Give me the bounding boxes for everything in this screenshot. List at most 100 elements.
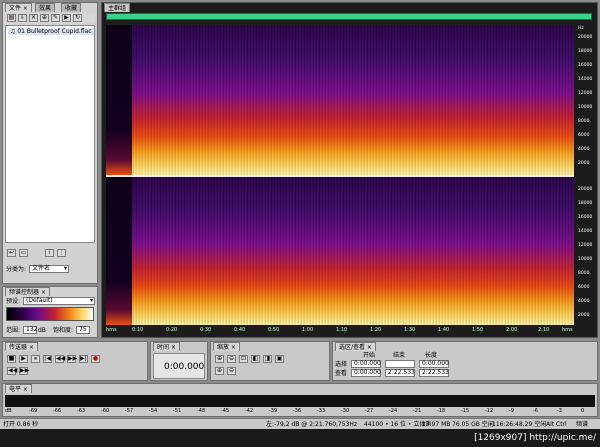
status-size: 23.97 MB — [422, 421, 451, 428]
transport-panel: 传送器 × ■ ▶ ⏸ |◀ ◀◀ ▶▶ ▶| ● ◀◀ ▶▶ — [2, 341, 148, 381]
zoom-in-right-icon[interactable]: ◨ — [263, 355, 272, 363]
zoom-in-vertical-icon[interactable]: ⊕ — [215, 367, 224, 375]
zoom-panel: 缩放 × ⊕ ⊖ ⊡ ◧ ◨ ▣ ⊕ ⊖ — [210, 341, 330, 381]
select-end-field[interactable] — [385, 360, 415, 368]
watermark-text: [1269x907] http://upic.me/ — [474, 433, 596, 443]
header-start: 开始 — [363, 352, 376, 359]
level-tick: -33 — [317, 408, 326, 414]
time-tick: 1:20 — [370, 327, 382, 333]
row-select-label: 选择 — [335, 361, 348, 368]
header-end: 结束 — [393, 352, 406, 359]
overview-bar[interactable] — [106, 13, 592, 20]
spectrogram-left-channel[interactable] — [106, 25, 574, 175]
options-icon[interactable]: ⋮ — [57, 249, 66, 257]
tab-levels[interactable]: 电平 × — [5, 384, 32, 393]
freq-tick: 6000 — [578, 285, 590, 290]
loop-icon[interactable]: ↻ — [73, 14, 82, 22]
time-ruler: hms 0:10 0:20 0:30 0:40 0:50 1:00 1:10 1… — [106, 326, 574, 335]
tab-effects[interactable]: 效果 — [35, 3, 56, 12]
status-free-space: 76.05 GB 空闲 — [452, 421, 494, 428]
import-icon[interactable]: ⇩ — [18, 14, 27, 22]
time-tick: 0:20 — [166, 327, 178, 333]
time-tick: 1:30 — [404, 327, 416, 333]
time-tick: hms — [106, 327, 117, 333]
view-end-field[interactable]: 2:22.533 — [385, 369, 415, 377]
zoom-in-amplitude-icon[interactable]: ⊕ — [215, 355, 224, 363]
auto-play-icon[interactable]: ↩ — [7, 249, 16, 257]
play-file-icon[interactable]: ▶ — [62, 14, 71, 22]
tab-files[interactable]: 文件 × — [5, 3, 32, 12]
level-tick: -54 — [149, 408, 158, 414]
level-tick: -6 — [533, 408, 538, 414]
freq-tick: 10000 — [578, 105, 593, 110]
status-open-time: 打开 0.86 秒 — [3, 421, 39, 428]
close-file-icon[interactable]: ✕ — [29, 14, 38, 22]
tab-frequency-controller[interactable]: 频谱控制器 × — [5, 287, 50, 296]
status-modifiers: Alt Ctrl — [546, 421, 567, 428]
level-tick: -63 — [77, 408, 86, 414]
saturation-field[interactable]: 75 — [76, 326, 90, 334]
level-tick: -48 — [197, 408, 206, 414]
range-field[interactable]: 132 — [23, 326, 37, 334]
time-tick: 1:40 — [438, 327, 450, 333]
zoom-out-full-icon[interactable]: ⊡ — [239, 355, 248, 363]
open-file-icon[interactable]: ▤ — [7, 14, 16, 22]
time-tick: 0:50 — [268, 327, 280, 333]
go-to-start-button[interactable]: |◀ — [43, 355, 52, 363]
view-length-field[interactable]: 2:22.533 — [419, 369, 449, 377]
preset-select[interactable]: (Default) ▾ — [23, 297, 95, 305]
range-unit: dB — [38, 327, 46, 334]
zoom-out-vertical-icon[interactable]: ⊖ — [227, 367, 236, 375]
view-start-field[interactable]: 0:00.000 — [351, 369, 381, 377]
tab-transport[interactable]: 传送器 × — [5, 342, 38, 351]
select-length-field[interactable]: 0:00.000 — [419, 360, 449, 368]
time-tick: 1:50 — [472, 327, 484, 333]
rewind-button[interactable]: ◀◀ — [55, 355, 65, 363]
file-list: ♫ 01 Bulletproof Cupid.flac — [5, 25, 95, 243]
main-editor: 主群组 20000 18000 16000 14000 12000 10000 … — [101, 2, 598, 338]
zoom-in-left-icon[interactable]: ◧ — [251, 355, 260, 363]
list-view-icon[interactable]: ▭ — [19, 249, 28, 257]
tab-time[interactable]: 时间 × — [153, 342, 180, 351]
insert-icon[interactable]: ⊕ — [40, 14, 49, 22]
spectrogram-right-channel[interactable] — [106, 177, 574, 325]
level-meter — [5, 395, 595, 407]
info-icon[interactable]: i — [45, 249, 54, 257]
zoom-selection-icon[interactable]: ▣ — [275, 355, 284, 363]
freq-tick: 4000 — [578, 299, 590, 304]
time-panel: 时间 × 0:00.000 — [150, 341, 208, 381]
select-start-field[interactable]: 0:00.000 — [351, 360, 381, 368]
freq-tick: 18000 — [578, 49, 593, 54]
go-to-end-button[interactable]: ▶| — [79, 355, 88, 363]
level-tick: -60 — [101, 408, 110, 414]
tab-favorites[interactable]: 收藏 — [61, 3, 82, 12]
play-button[interactable]: ▶ — [19, 355, 28, 363]
previous-marker-button[interactable]: ◀◀ — [7, 367, 17, 375]
tab-selection-view[interactable]: 选区/查看 × — [335, 342, 376, 351]
edit-icon[interactable]: ✎ — [51, 14, 60, 22]
fast-forward-button[interactable]: ▶▶ — [67, 355, 77, 363]
freq-tick: 18000 — [578, 201, 593, 206]
level-tick: dB — [5, 408, 12, 414]
tab-zoom[interactable]: 缩放 × — [213, 342, 240, 351]
level-tick: -18 — [437, 408, 446, 414]
zoom-out-amplitude-icon[interactable]: ⊖ — [227, 355, 236, 363]
freq-tick: 4000 — [578, 147, 590, 152]
file-item[interactable]: ♫ 01 Bulletproof Cupid.flac — [8, 28, 94, 35]
freq-tick: 6000 — [578, 133, 590, 138]
freq-tick: 20000 — [578, 35, 593, 40]
pause-button[interactable]: ⏸ — [31, 355, 40, 363]
freq-tick: 20000 — [578, 187, 593, 192]
next-marker-button[interactable]: ▶▶ — [19, 367, 29, 375]
record-button[interactable]: ● — [91, 355, 100, 363]
level-tick: -9 — [509, 408, 514, 414]
color-gradient-bar[interactable] — [6, 307, 94, 321]
sort-select[interactable]: 文件名 ▾ — [29, 265, 69, 273]
level-tick: -27 — [365, 408, 374, 414]
stop-button[interactable]: ■ — [7, 355, 16, 363]
levels-panel: 电平 × dB -69 -66 -63 -60 -57 -54 -51 -48 … — [2, 383, 598, 417]
time-tick: 1:00 — [302, 327, 314, 333]
tab-main-group[interactable]: 主群组 — [104, 3, 131, 12]
row-view-label: 查看 — [335, 370, 348, 377]
header-length: 长度 — [425, 352, 438, 359]
